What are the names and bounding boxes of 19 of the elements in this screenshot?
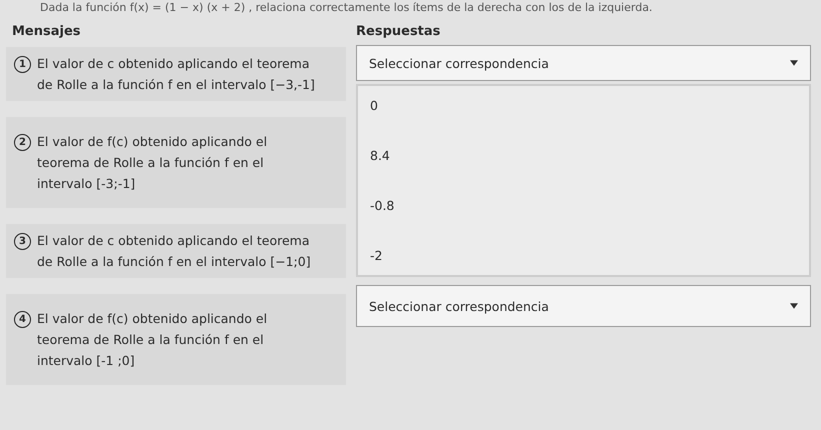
message-text: El valor de f(c) obtenido aplicando el teorema de Rolle a la función f en el intervalo [-3;-1] <box>37 133 268 193</box>
message-text: El valor de c obtenido aplicando el teorema de Rolle a la función f en el intervalo [−3,-1] <box>37 55 316 94</box>
number-badge: 4 <box>14 311 31 328</box>
number-badge: 1 <box>14 56 31 73</box>
dropdown-option[interactable]: -0.8 <box>370 198 797 213</box>
dropdown-option[interactable]: 8.4 <box>370 148 797 163</box>
dropdown-option[interactable]: -2 <box>370 248 797 263</box>
dropdown[interactable]: Seleccionar correspondencia <box>356 45 811 81</box>
instruction-text: Dada la función f(x) = (1 − x) (x + 2) , relaciona correctamente los ítems de la derecha con los de la izquierda. <box>39 1 654 14</box>
number-badge: 3 <box>14 233 31 250</box>
caret-icon <box>790 60 798 66</box>
message-text: El valor de f(c) obtenido aplicando el teorema de Rolle a la función f en el intervalo [-1 ;0] <box>37 310 268 370</box>
column-heading: Mensajes <box>12 24 82 39</box>
caret-icon <box>790 303 798 309</box>
dropdown-option[interactable]: 0 <box>370 98 797 113</box>
dropdown[interactable]: Seleccionar correspondencia <box>356 285 811 327</box>
message-text: El valor de c obtenido aplicando el teorema de Rolle a la función f en el intervalo [−1;0] <box>37 232 312 271</box>
number-badge: 2 <box>14 134 31 151</box>
column-heading: Respuestas <box>356 24 442 39</box>
